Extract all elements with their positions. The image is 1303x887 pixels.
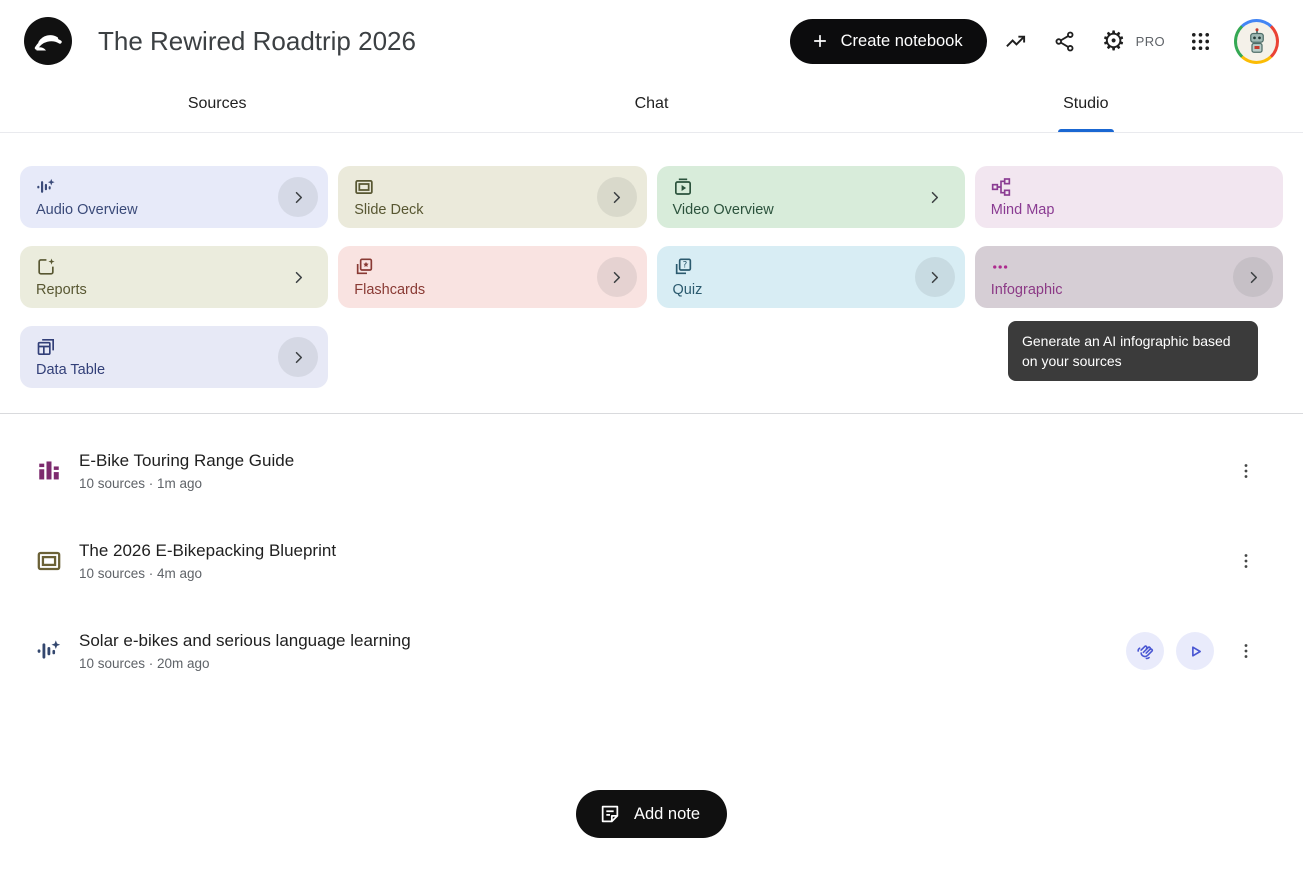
- studio-card-label: Data Table: [36, 362, 312, 378]
- report-sparkle-icon: [36, 257, 56, 277]
- artifact-row-solar-e-bikes-and-serious-lang[interactable]: Solar e-bikes and serious language learn…: [24, 606, 1279, 696]
- chevron-right-icon[interactable]: [1233, 257, 1273, 297]
- artifact-text: The 2026 E-Bikepacking Blueprint 10 sourc…: [79, 541, 336, 581]
- chevron-right-icon[interactable]: [278, 337, 318, 377]
- notebook-title[interactable]: The Rewired Roadtrip 2026: [98, 26, 416, 57]
- tab-studio[interactable]: Studio: [869, 80, 1303, 132]
- notebooklm-logo-icon[interactable]: [24, 17, 72, 65]
- artifact-text: Solar e-bikes and serious language learn…: [79, 631, 411, 671]
- note-icon: [599, 803, 621, 825]
- artifact-title: The 2026 E-Bikepacking Blueprint: [79, 541, 336, 561]
- video-play-icon: [673, 177, 693, 197]
- studio-card-audio-overview[interactable]: Audio Overview: [20, 166, 328, 228]
- chevron-right-icon[interactable]: [915, 257, 955, 297]
- tab-sources[interactable]: Sources: [0, 80, 434, 132]
- chevron-right-icon[interactable]: [278, 257, 318, 297]
- audio-waveform-sparkle-icon: [36, 638, 62, 664]
- audio-waveform-sparkle-icon: [36, 177, 56, 197]
- studio-card-flashcards[interactable]: Flashcards: [338, 246, 646, 308]
- kebab-menu-icon[interactable]: [1226, 631, 1266, 671]
- apps-grid-icon[interactable]: [1180, 21, 1220, 61]
- play-button[interactable]: [1176, 632, 1214, 670]
- artifact-meta: 10 sources · 4m ago: [79, 566, 336, 581]
- kebab-menu-icon[interactable]: [1226, 541, 1266, 581]
- artifact-title: E-Bike Touring Range Guide: [79, 451, 294, 471]
- interactive-mode-button[interactable]: [1126, 632, 1164, 670]
- studio-card-label: Video Overview: [673, 202, 949, 218]
- tab-label: Studio: [1063, 95, 1108, 112]
- active-tab-underline: [1058, 129, 1114, 132]
- svg-text:?: ?: [682, 261, 687, 271]
- studio-card-label: Mind Map: [991, 202, 1267, 218]
- footer: Add note: [0, 790, 1303, 838]
- studio-card-quiz[interactable]: ? Quiz: [657, 246, 965, 308]
- add-note-label: Add note: [634, 805, 700, 824]
- share-icon[interactable]: [1045, 21, 1085, 61]
- studio-card-label: Audio Overview: [36, 202, 312, 218]
- add-note-button[interactable]: Add note: [576, 790, 727, 838]
- chevron-right-icon[interactable]: [915, 177, 955, 217]
- studio-card-slide-deck[interactable]: Slide Deck: [338, 166, 646, 228]
- kebab-menu-icon[interactable]: [1226, 451, 1266, 491]
- infographic-tooltip: Generate an AI infographic based on your…: [1008, 321, 1258, 381]
- studio-card-label: Slide Deck: [354, 202, 630, 218]
- slide-frame-icon: [354, 177, 374, 197]
- robot-avatar-image: [1237, 22, 1276, 61]
- artifact-row-e-bike-touring-range-guide[interactable]: E-Bike Touring Range Guide 10 sources · 1…: [24, 426, 1279, 516]
- user-avatar[interactable]: [1234, 19, 1279, 64]
- settings-gear-icon[interactable]: ⚙: [1094, 21, 1134, 61]
- mind-map-icon: [991, 177, 1011, 197]
- studio-card-infographic[interactable]: Infographic: [975, 246, 1283, 308]
- artifact-list: E-Bike Touring Range Guide 10 sources · 1…: [0, 414, 1303, 696]
- artifact-meta: 10 sources · 20m ago: [79, 656, 411, 671]
- flashcards-star-icon: [354, 257, 374, 277]
- tab-label: Chat: [635, 95, 669, 112]
- studio-card-video-overview[interactable]: Video Overview: [657, 166, 965, 228]
- analytics-trending-icon[interactable]: [996, 21, 1036, 61]
- chevron-right-icon[interactable]: [597, 177, 637, 217]
- bar-chart-icon: [36, 458, 62, 484]
- studio-card-mind-map[interactable]: Mind Map: [975, 166, 1283, 228]
- artifact-row-the-2026-e-bikepacking-bluepri[interactable]: The 2026 E-Bikepacking Blueprint 10 sourc…: [24, 516, 1279, 606]
- studio-card-label: Flashcards: [354, 282, 630, 298]
- tab-chat[interactable]: Chat: [434, 80, 868, 132]
- artifact-title: Solar e-bikes and serious language learn…: [79, 631, 411, 651]
- pro-badge: PRO: [1136, 34, 1165, 49]
- create-notebook-button[interactable]: Create notebook: [790, 19, 987, 64]
- studio-card-label: Quiz: [673, 282, 949, 298]
- tab-label: Sources: [188, 95, 247, 112]
- studio-card-reports[interactable]: Reports: [20, 246, 328, 308]
- artifact-meta: 10 sources · 1m ago: [79, 476, 294, 491]
- artifact-text: E-Bike Touring Range Guide 10 sources · 1…: [79, 451, 294, 491]
- ellipsis-loading-icon: [991, 257, 1011, 277]
- chevron-right-icon[interactable]: [597, 257, 637, 297]
- plus-icon: [810, 31, 830, 51]
- studio-card-label: Reports: [36, 282, 312, 298]
- data-table-icon: [36, 337, 56, 357]
- tab-bar: Sources Chat Studio: [0, 80, 1303, 133]
- quiz-cards-icon: ?: [673, 257, 693, 277]
- studio-card-label: Infographic: [991, 282, 1267, 298]
- studio-card-data-table[interactable]: Data Table: [20, 326, 328, 388]
- slide-frame-icon: [36, 548, 62, 574]
- app-header: The Rewired Roadtrip 2026 Create noteboo…: [0, 0, 1303, 80]
- create-notebook-label: Create notebook: [841, 32, 963, 51]
- chevron-right-icon[interactable]: [278, 177, 318, 217]
